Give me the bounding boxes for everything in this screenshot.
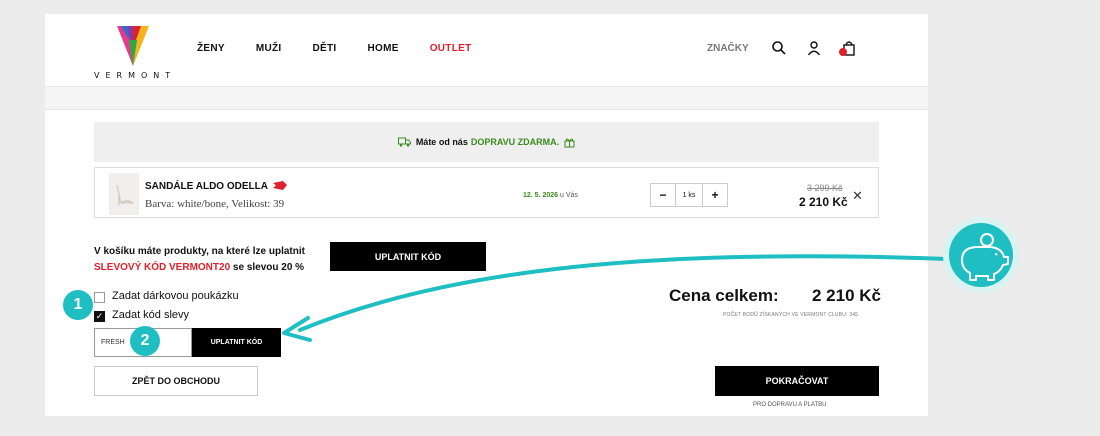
step-2-badge: 2 — [130, 326, 160, 356]
annotation-arrow-icon — [298, 254, 950, 332]
step-1-badge: 1 — [63, 290, 93, 320]
annotation-arrow-layer — [282, 217, 1019, 342]
